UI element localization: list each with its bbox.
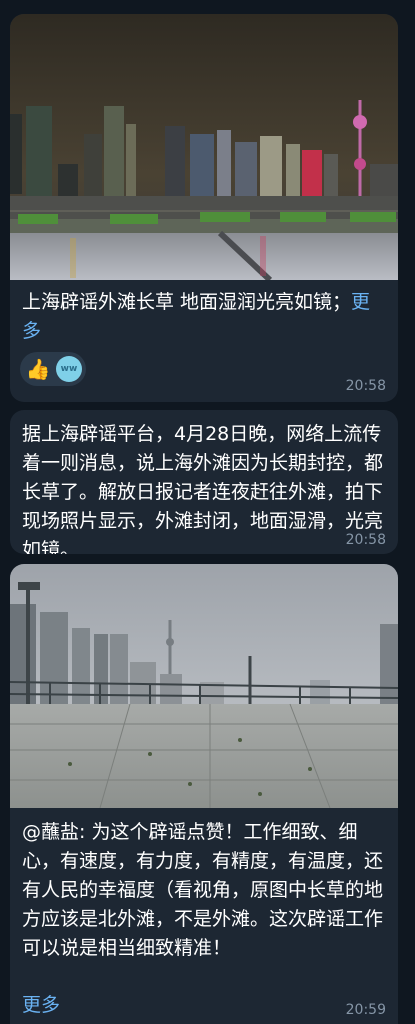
message-bubble-2[interactable]: 据上海辟谣平台，4月28日晚，网络上流传着一则消息，说上海外滩因为长期封控，都长… bbox=[10, 410, 398, 554]
photo-day-bund[interactable] bbox=[10, 564, 398, 808]
reactions-bar[interactable]: 👍 ww bbox=[20, 352, 86, 386]
message-bubble-3[interactable]: @蘸盐: 为这个辟谣点赞！工作细致、细心，有速度，有力度，有精度，有温度，还有人… bbox=[10, 564, 398, 1024]
message-1-caption: 上海辟谣外滩长草 地面湿润光亮如镜；更多 bbox=[10, 280, 398, 346]
night-skyline-image bbox=[10, 14, 398, 280]
thumbs-up-reaction[interactable]: 👍 bbox=[24, 355, 52, 383]
photo-night-bund[interactable] bbox=[10, 14, 398, 280]
message-time: 20:59 bbox=[345, 1002, 386, 1018]
message-bubble-1[interactable]: 上海辟谣外滩长草 地面湿润光亮如镜；更多 👍 ww 20:58 bbox=[10, 14, 398, 402]
message-time: 20:58 bbox=[345, 532, 386, 548]
day-skyline-image bbox=[10, 564, 398, 808]
more-link[interactable]: 更多 bbox=[22, 990, 60, 1017]
caption-text: 上海辟谣外滩长草 地面湿润光亮如镜； bbox=[22, 291, 352, 313]
reactor-avatar[interactable]: ww bbox=[56, 356, 82, 382]
message-time: 20:58 bbox=[345, 378, 386, 394]
message-3-caption: @蘸盐: 为这个辟谣点赞！工作细致、细心，有速度，有力度，有精度，有温度，还有人… bbox=[22, 821, 384, 959]
message-2-text: 据上海辟谣平台，4月28日晚，网络上流传着一则消息，说上海外滩因为长期封控，都长… bbox=[22, 423, 384, 554]
